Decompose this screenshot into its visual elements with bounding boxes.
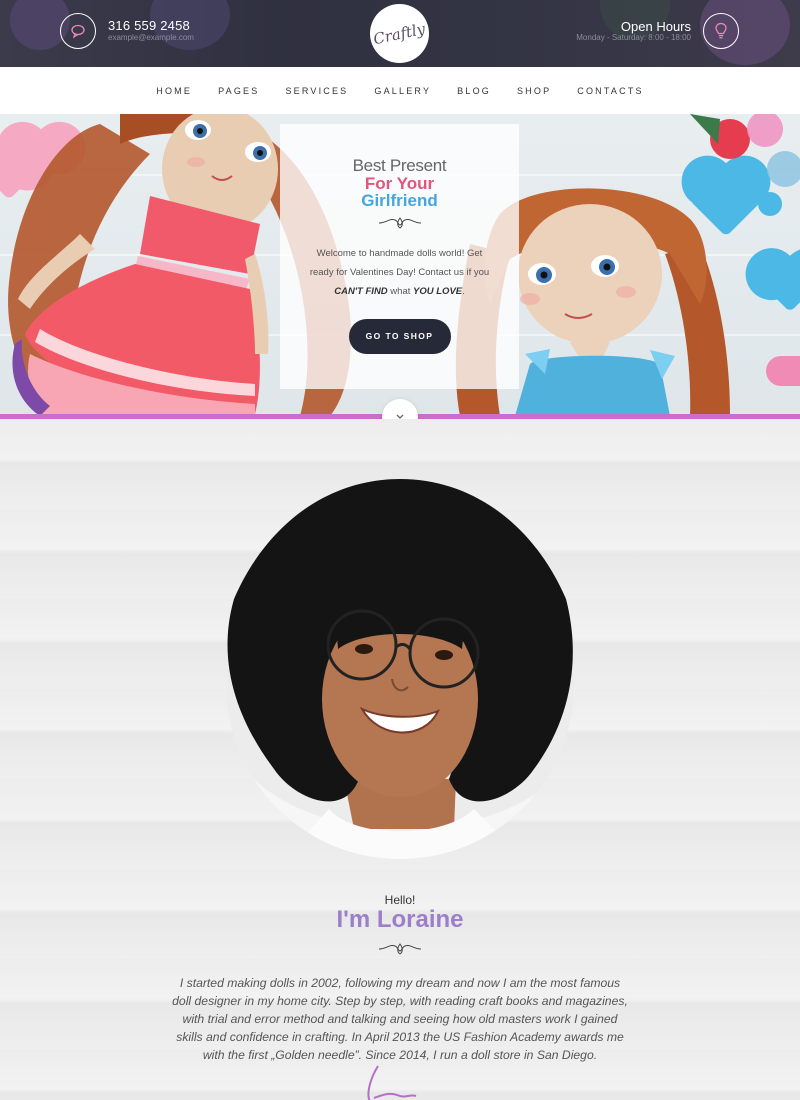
portrait-image [226,479,574,859]
about-greeting: Hello! [384,893,416,907]
nav-shop[interactable]: SHOP [517,86,551,96]
main-nav: HOME PAGES SERVICES GALLERY BLOG SHOP CO… [0,67,800,114]
top-bar: 316 559 2458 example@example.com Craftly… [0,0,800,67]
hero-text-emphasis-1: CAN'T FIND [334,286,388,297]
hero-title-line3: Girlfriend [361,191,438,210]
flowers-decor [690,114,800,216]
hours-circle-button[interactable] [703,13,739,49]
contact-circle-button[interactable] [60,13,96,49]
about-bio-text: I started making dolls in 2002, followin… [172,976,628,1062]
signature-image [367,1065,417,1100]
ornament-divider-icon [378,943,422,955]
header-phone[interactable]: 316 559 2458 [108,18,190,33]
header-email[interactable]: example@example.com [108,33,194,42]
hero-text-b: what [387,286,414,297]
nav-contacts[interactable]: CONTACTS [577,86,643,96]
hero-text-c: . [462,286,465,297]
heart-decor [761,255,800,313]
site-logo[interactable]: Craftly [370,4,429,63]
about-section: Hello! I'm Loraine I started making doll… [0,419,800,1100]
hero-text-emphasis-2: YOU LOVE [413,286,463,297]
hero-title-line2: For Your [364,174,435,193]
nav-gallery[interactable]: GALLERY [374,86,431,96]
hero-section: Best Present For Your Girlfriend Welcome… [0,114,800,416]
nav-home[interactable]: HOME [156,86,192,96]
lightbulb-icon [715,22,727,39]
hero-description: Welcome to handmade dolls world! Get rea… [310,244,490,301]
hero-promo-card: Best Present For Your Girlfriend Welcome… [280,124,519,389]
speech-bubble-icon [71,24,85,39]
go-to-shop-button[interactable]: GO TO SHOP [348,319,451,354]
scroll-side-tab[interactable] [766,356,800,386]
ornament-divider-icon [378,217,421,229]
nav-services[interactable]: SERVICES [285,86,348,96]
hours-title: Open Hours [620,19,691,34]
logo-text: Craftly [371,19,428,48]
hero-title-line1: Best Present [352,156,447,175]
nav-blog[interactable]: BLOG [457,86,491,96]
hours-detail: Monday - Saturday: 8:00 - 18:00 [576,33,691,42]
about-name-heading: I'm Loraine [336,906,464,933]
hero-text-a: Welcome to handmade dolls world! Get rea… [309,248,490,278]
nav-pages[interactable]: PAGES [218,86,259,96]
